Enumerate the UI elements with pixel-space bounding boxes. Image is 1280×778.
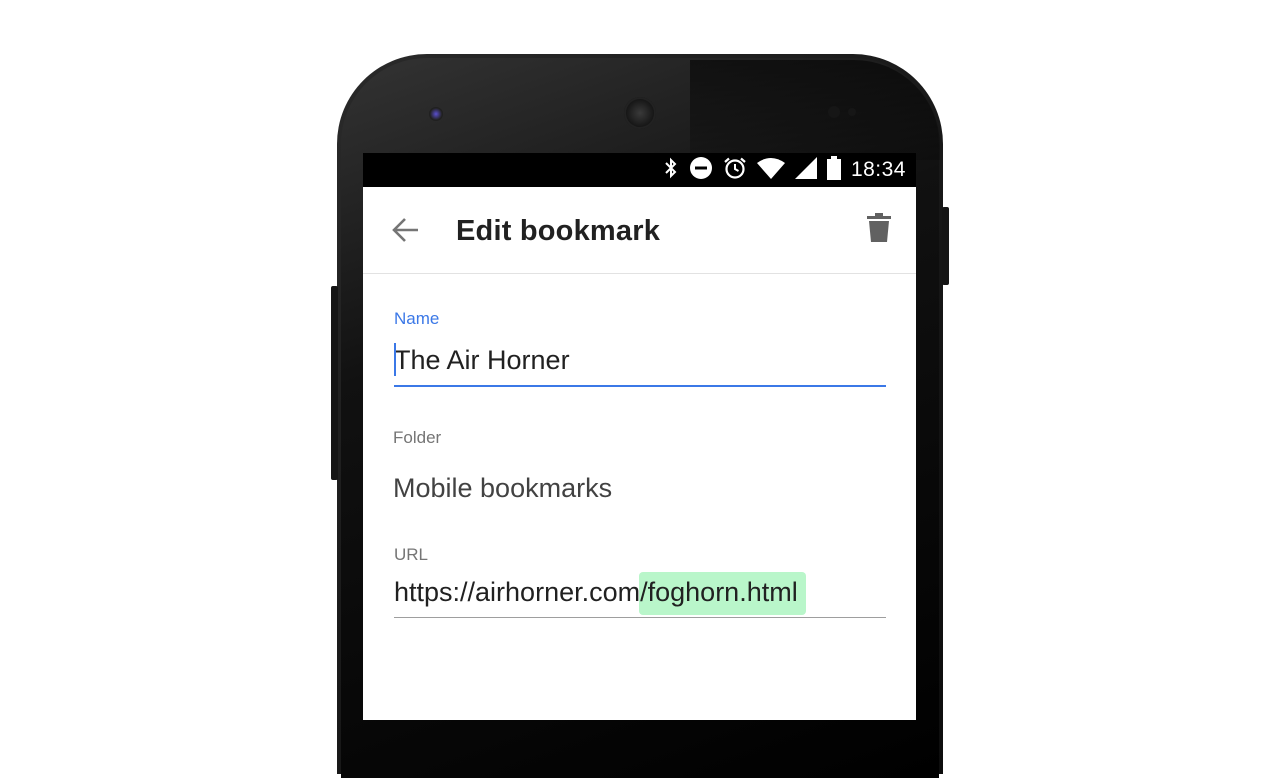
volume-button [331,286,338,480]
url-input[interactable]: https://airhorner.com/foghorn.html [394,572,886,618]
status-time: 18:34 [850,158,906,181]
proximity-sensor [828,106,840,118]
wifi-icon [756,157,785,184]
folder-selector[interactable]: Mobile bookmarks [393,473,612,504]
page-title: Edit bookmark [456,215,661,247]
earpiece-speaker [624,97,656,129]
phone-glare [690,60,940,160]
front-camera [429,107,443,121]
arrow-back-icon [392,218,418,242]
url-highlight: /foghorn.html [639,572,806,615]
battery-icon [826,155,841,185]
alarm-icon [723,156,747,185]
text-cursor [394,343,396,376]
do-not-disturb-icon [689,156,713,185]
delete-button[interactable] [866,213,894,247]
name-label: Name [394,309,440,328]
screen: 18:34 Edit bookmark Name Folder Mobile b… [363,153,916,720]
cell-signal-icon [794,156,817,184]
trash-icon [867,213,891,242]
back-button[interactable] [391,215,421,245]
bluetooth-icon [663,156,679,185]
folder-label: Folder [393,428,442,447]
url-prefix: https://airhorner.com [394,577,641,607]
app-toolbar: Edit bookmark [363,187,916,274]
light-sensor [848,108,856,116]
url-label: URL [394,545,429,564]
power-button [942,207,949,285]
status-bar: 18:34 [363,153,916,187]
name-input[interactable] [394,339,886,387]
